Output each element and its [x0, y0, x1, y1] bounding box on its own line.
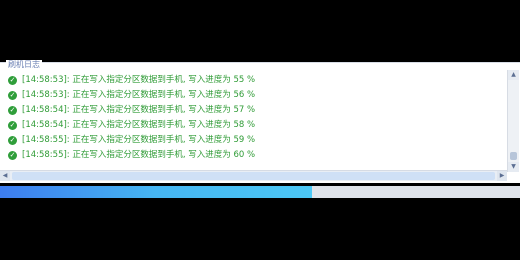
check-circle-icon: ✓	[8, 76, 17, 85]
log-panel: 刷机日志 ✓ [14:58:53]: 正在写入指定分区数据到手机, 写入进度为 …	[0, 60, 520, 183]
scroll-up-arrow-icon[interactable]: ▲	[508, 70, 519, 80]
log-text: [14:58:53]: 正在写入指定分区数据到手机, 写入进度为 55 %	[22, 75, 256, 85]
log-list: ✓ [14:58:53]: 正在写入指定分区数据到手机, 写入进度为 55 % …	[3, 69, 506, 233]
check-circle-icon: ✓	[8, 121, 17, 130]
log-text: [14:58:54]: 正在写入指定分区数据到手机, 写入进度为 57 %	[22, 105, 256, 115]
horizontal-scrollbar[interactable]: ◀ ▶	[0, 170, 507, 181]
scroll-right-arrow-icon[interactable]: ▶	[497, 171, 507, 181]
horizontal-scroll-thumb[interactable]	[12, 172, 495, 180]
vertical-scroll-thumb[interactable]	[510, 152, 517, 160]
vertical-scrollbar[interactable]: ▲ ▼	[507, 70, 519, 172]
scroll-down-arrow-icon[interactable]: ▼	[508, 162, 519, 172]
check-circle-icon: ✓	[8, 91, 17, 100]
check-circle-icon: ✓	[8, 136, 17, 145]
scroll-left-arrow-icon[interactable]: ◀	[0, 171, 10, 181]
log-text: [14:58:54]: 正在写入指定分区数据到手机, 写入进度为 58 %	[22, 120, 256, 130]
progress-fill	[0, 186, 312, 198]
log-text: [14:58:55]: 正在写入指定分区数据到手机, 写入进度为 60 %	[22, 150, 256, 160]
check-circle-icon: ✓	[8, 151, 17, 160]
log-text: [14:58:55]: 正在写入指定分区数据到手机, 写入进度为 59 %	[22, 135, 256, 145]
log-text: [14:58:53]: 正在写入指定分区数据到手机, 写入进度为 56 %	[22, 90, 256, 100]
flash-progress-bar	[0, 186, 520, 198]
check-circle-icon: ✓	[8, 106, 17, 115]
